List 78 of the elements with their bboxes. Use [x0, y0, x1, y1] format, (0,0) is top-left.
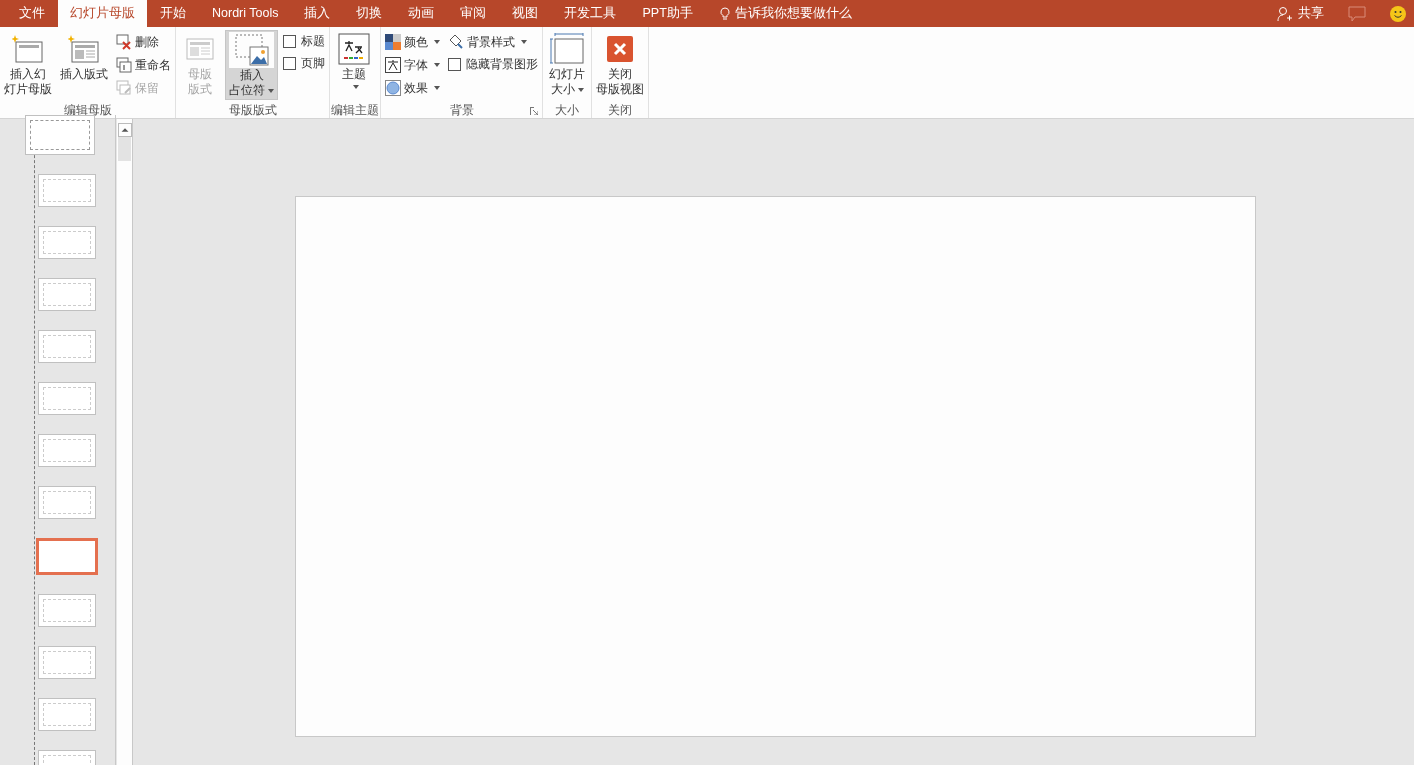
scroll-thumb[interactable] [118, 137, 131, 161]
slide-thumbnail[interactable] [38, 174, 96, 207]
slide-thumbnail[interactable] [38, 486, 96, 519]
checkbox[interactable] [448, 57, 461, 71]
ribbon-tab[interactable]: 幻灯片母版 [58, 0, 147, 27]
layout-icon [68, 34, 100, 64]
close-icon [607, 36, 633, 62]
lightbulb-icon [719, 6, 730, 21]
ribbon-button[interactable]: 重命名 [113, 53, 174, 76]
slide-master-icon [12, 34, 44, 64]
share-button[interactable]: 共享 [1277, 4, 1324, 23]
caret-icon [434, 39, 440, 44]
checkbox-label: 隐藏背景图形 [466, 56, 538, 73]
ribbon-button[interactable]: 效果 [382, 76, 443, 99]
tell-me-search[interactable]: 告诉我你想要做什么 [705, 0, 866, 27]
scroll-up-icon[interactable] [118, 123, 132, 137]
slide-thumbnail[interactable] [38, 330, 96, 363]
checkbox-label: 标题 [301, 33, 325, 50]
rename-icon [116, 56, 132, 73]
ribbon-button[interactable]: 幻灯片 大小 [544, 30, 590, 100]
ribbon-tab[interactable]: Nordri Tools [199, 0, 292, 27]
slide-thumbnail[interactable] [38, 698, 96, 731]
caret-icon [352, 85, 359, 89]
ribbon-tab[interactable]: 视图 [499, 0, 552, 27]
group-label: 母版版式 [228, 101, 277, 119]
ribbon-button[interactable]: 字体 [382, 53, 443, 76]
slide-thumbnail[interactable] [38, 594, 96, 627]
ribbon-tab[interactable]: PPT助手 [629, 0, 706, 27]
colors-icon [385, 33, 401, 50]
ribbon-tab[interactable]: 开始 [147, 0, 199, 27]
person-add-icon [1277, 5, 1293, 22]
ribbon-button[interactable]: 删除 [113, 30, 174, 53]
ribbon-tab[interactable]: 审阅 [447, 0, 500, 27]
group-label: 编辑主题 [331, 101, 379, 119]
checkbox[interactable] [283, 56, 296, 70]
caret-icon [521, 39, 527, 44]
group-label: 背景 [449, 101, 474, 119]
placeholder-picture-icon [233, 33, 270, 67]
caret-icon [577, 87, 584, 92]
effects-icon [385, 79, 401, 96]
theme-icon [338, 33, 370, 65]
dialog-launcher-icon[interactable] [530, 107, 538, 115]
slide-thumbnail[interactable] [38, 434, 96, 467]
scrollbar[interactable] [117, 119, 133, 765]
slide-thumbnail[interactable] [25, 115, 95, 155]
smiley-icon[interactable] [1390, 5, 1406, 22]
slide-canvas[interactable] [295, 196, 1256, 737]
caret-icon [268, 88, 274, 93]
group-label: 关闭 [608, 101, 632, 119]
preserve-icon [116, 79, 132, 96]
checkbox-label: 页脚 [301, 55, 325, 72]
group-label: 大小 [555, 101, 579, 119]
caret-icon [434, 62, 440, 67]
slide-thumbnail[interactable] [38, 278, 96, 311]
comment-icon[interactable] [1348, 5, 1366, 22]
ribbon-button[interactable]: 主题 [331, 30, 377, 100]
checkbox[interactable] [283, 34, 296, 48]
caret-icon [434, 85, 440, 90]
ribbon-tab[interactable]: 动画 [395, 0, 448, 27]
background-styles-icon [448, 33, 464, 50]
slide-thumbnail[interactable] [38, 646, 96, 679]
group-label: 编辑母版 [63, 101, 112, 119]
delete-icon [116, 33, 132, 50]
slide-thumbnail[interactable] [36, 538, 98, 575]
ribbon-button[interactable]: 背景样式 [445, 30, 541, 53]
ribbon-button[interactable]: 关闭 母版视图 [593, 30, 647, 100]
ribbon-button[interactable]: 插入幻 灯片母版 [1, 30, 55, 100]
ribbon-tab[interactable]: 切换 [343, 0, 396, 27]
slide-thumbnail[interactable] [38, 382, 96, 415]
ribbon-tab[interactable]: 插入 [291, 0, 344, 27]
ribbon-tab[interactable]: 文件 [6, 0, 58, 27]
ribbon-tab[interactable]: 开发工具 [551, 0, 630, 27]
ribbon-button[interactable]: 插入版式 [57, 30, 111, 100]
slide-thumbnail[interactable] [38, 226, 96, 259]
fonts-icon [385, 56, 401, 73]
ribbon-button[interactable]: 颜色 [382, 30, 443, 53]
ribbon-button[interactable]: 插入 占位符 [225, 30, 278, 100]
slide-size-icon [550, 33, 584, 65]
